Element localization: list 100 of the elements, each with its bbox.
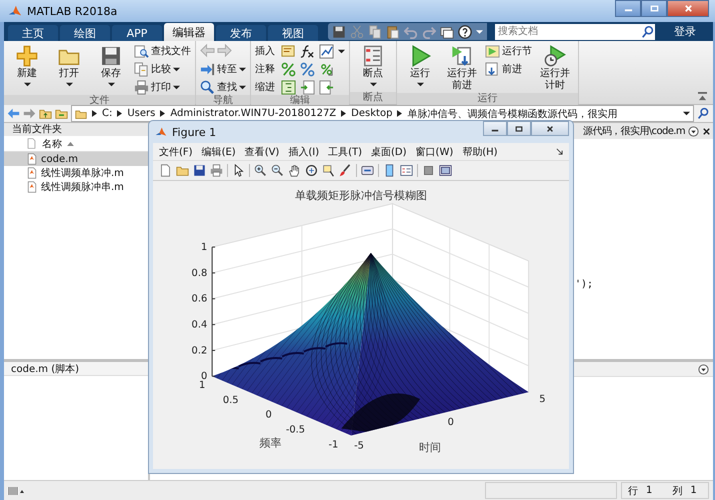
tick-label: 0.2 — [192, 345, 208, 356]
close-button[interactable] — [531, 121, 569, 136]
grip-icon[interactable] — [8, 486, 24, 496]
file-row[interactable]: 线性调频单脉冲.m — [4, 166, 148, 180]
ribbon-button[interactable]: 新建 — [8, 43, 46, 90]
ribbon-button[interactable]: 查找文件 — [134, 43, 191, 59]
clipboard-icon[interactable] — [386, 24, 400, 38]
menu-item[interactable]: 编辑(E) — [202, 144, 236, 158]
colorbar-icon[interactable] — [383, 164, 396, 177]
panel-menu-icon[interactable] — [688, 126, 699, 136]
maximize-button[interactable] — [641, 0, 667, 17]
path-segment[interactable]: Administrator.WIN7U-20180127Z — [170, 108, 336, 119]
menu-item[interactable]: 插入(I) — [288, 144, 320, 158]
windows-icon[interactable] — [440, 24, 454, 38]
path-field[interactable]: C: Users Administrator.WIN7U-20180127Z Desktop 单脉冲信号、调频信号模糊函数源代码，很实用 — [71, 105, 694, 122]
zoom-out-icon[interactable] — [271, 164, 284, 177]
panel-menu-icon[interactable] — [698, 364, 709, 374]
menu-item[interactable]: 文件(F) — [159, 144, 193, 158]
file-row[interactable]: code.m — [4, 152, 148, 166]
menu-item[interactable]: 窗口(W) — [416, 144, 454, 158]
search-icon[interactable] — [697, 107, 710, 120]
ribbon-tab[interactable]: 主页 — [8, 25, 58, 41]
ribbon-tab[interactable]: 发布 — [216, 25, 266, 41]
file-row[interactable]: 线性调频脉冲串.m — [4, 180, 148, 194]
tick-label: 1 — [198, 380, 206, 392]
ribbon-button[interactable]: 查找 — [200, 79, 246, 95]
close-button[interactable] — [667, 0, 709, 17]
ribbon-tab[interactable]: 绘图 — [60, 25, 110, 41]
rotate-icon[interactable] — [305, 164, 318, 177]
tick-label: 0.6 — [192, 294, 208, 305]
brush-icon[interactable] — [339, 164, 352, 177]
outdent-icon[interactable] — [319, 80, 334, 94]
copy-icon[interactable] — [368, 24, 382, 38]
ribbon-tab[interactable]: APP — [112, 25, 162, 41]
close-icon[interactable] — [702, 126, 711, 136]
browse-folder-icon[interactable] — [55, 107, 68, 120]
folder-up-icon[interactable] — [39, 107, 52, 120]
ribbon-tab[interactable]: 编辑器 — [164, 23, 214, 41]
help-icon[interactable] — [458, 24, 472, 38]
menu-item[interactable]: 查看(V) — [244, 144, 280, 158]
folder-icon[interactable] — [176, 164, 189, 177]
zoom-in-icon[interactable] — [254, 164, 267, 177]
ribbon-button[interactable]: 运行 — [401, 43, 439, 90]
peak-logo-icon — [8, 4, 22, 18]
wrap-comment-icon[interactable] — [319, 62, 334, 76]
search-field[interactable]: 搜索文档 — [495, 24, 641, 40]
hide-tools-icon[interactable] — [422, 164, 435, 177]
caret-icon — [239, 84, 246, 90]
data-cursor-icon[interactable] — [322, 164, 335, 177]
caret-icon[interactable] — [683, 110, 690, 117]
pointer-icon[interactable] — [232, 164, 245, 177]
dock-arrow-icon[interactable] — [556, 148, 563, 155]
tick-label: 0.5 — [222, 394, 239, 406]
ribbon-button[interactable]: 打开 — [50, 43, 88, 90]
collapse-icon[interactable] — [698, 92, 707, 101]
new-file-icon[interactable] — [159, 164, 172, 177]
column-label: 列 — [672, 484, 682, 498]
ribbon-button[interactable]: 转至 — [200, 61, 246, 77]
minimize-button[interactable] — [615, 0, 641, 17]
ribbon-button[interactable]: 运行节 — [485, 43, 532, 59]
indent-icon[interactable] — [300, 80, 315, 94]
smart-indent-icon[interactable] — [281, 80, 296, 94]
chart-icon[interactable] — [319, 44, 334, 58]
menu-item[interactable]: 工具(T) — [328, 144, 362, 158]
path-segment[interactable]: Desktop — [351, 108, 392, 119]
insert-icon[interactable] — [281, 44, 296, 58]
back-arrow-icon[interactable] — [7, 107, 20, 120]
ribbon-button[interactable]: 保存 — [92, 43, 130, 90]
hand-icon[interactable] — [288, 164, 301, 177]
path-segment[interactable]: 单脉冲信号、调频信号模糊函数源代码，很实用 — [407, 106, 618, 120]
sign-in-button[interactable]: 登录 — [670, 24, 700, 39]
printer-icon[interactable] — [210, 164, 223, 177]
menu-item[interactable]: 帮助(H) — [462, 144, 498, 158]
plot-title: 单载频矩形脉冲信号模糊图 — [295, 188, 427, 202]
run-advance-icon — [451, 45, 473, 67]
ribbon-button[interactable]: 运行并计时 — [536, 43, 574, 93]
function-icon[interactable] — [300, 44, 315, 58]
ribbon-button[interactable]: 缩进 — [255, 79, 275, 95]
ribbon-button[interactable]: 断点 — [354, 43, 392, 90]
legend-icon[interactable] — [400, 164, 413, 177]
ribbon-button[interactable]: 插入 — [255, 43, 275, 59]
path-segment[interactable]: Users — [127, 108, 156, 119]
ribbon-tab[interactable]: 视图 — [268, 25, 318, 41]
caret-icon[interactable] — [338, 48, 345, 54]
ribbon-button[interactable]: 比较 — [134, 61, 191, 77]
maximize-button[interactable] — [507, 121, 531, 136]
ribbon-button[interactable]: 前进 — [485, 61, 532, 77]
caret-icon — [173, 84, 180, 90]
uncomment-icon[interactable] — [300, 62, 315, 76]
menu-item[interactable]: 桌面(D) — [371, 144, 407, 158]
dock-icon[interactable] — [439, 164, 452, 177]
path-segment[interactable]: C: — [102, 108, 112, 119]
ribbon-button[interactable]: 运行并前进 — [443, 43, 481, 93]
column-header[interactable]: 名称 — [42, 136, 62, 150]
search-icon[interactable] — [641, 24, 655, 40]
ribbon-button[interactable]: 注释 — [255, 61, 275, 77]
minimize-button[interactable] — [483, 121, 507, 136]
ribbon-button[interactable]: 打印 — [134, 79, 191, 95]
advance-icon — [485, 62, 500, 76]
link-icon[interactable] — [361, 164, 374, 177]
